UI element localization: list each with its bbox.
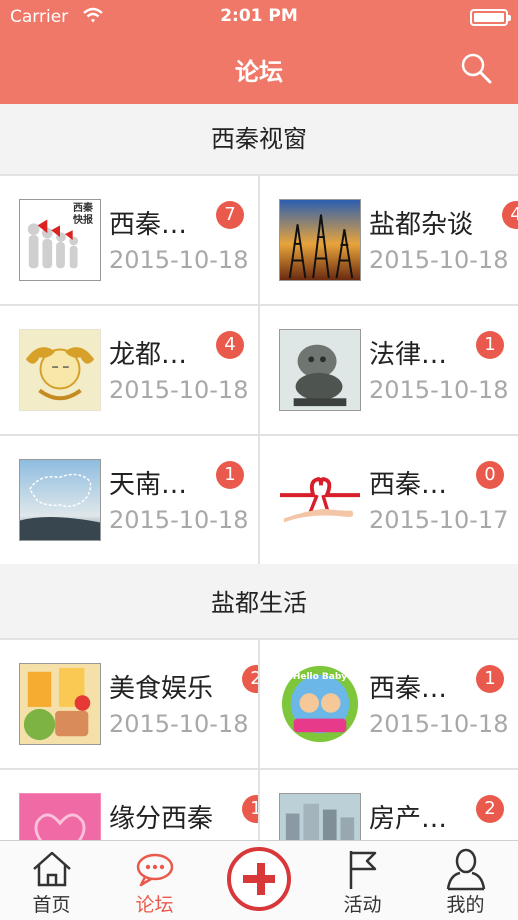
forum-name: 盐都杂谈 <box>369 210 474 240</box>
forum-date: 2015-10-18 <box>369 246 509 274</box>
forum-name: 房产… <box>369 804 448 834</box>
forum-date: 2015-10-18 <box>109 246 249 274</box>
count-badge: 0 <box>476 461 504 489</box>
flag-icon <box>349 851 376 889</box>
count-badge: 7 <box>216 201 244 229</box>
tab-forum[interactable]: 论坛 <box>103 841 206 920</box>
forum-name: 西秦… <box>109 210 188 240</box>
count-badge: 1 <box>216 461 244 489</box>
count-badge: 2 <box>476 795 504 823</box>
tab-label: 首页 <box>32 894 71 916</box>
golden-dragon-thumb <box>19 329 101 411</box>
count-badge: 2 <box>242 665 258 693</box>
forum-item[interactable]: Hello Baby 西秦… 2015-10-18 1 <box>260 640 518 768</box>
forum-date: 2015-10-18 <box>369 376 509 404</box>
forum-grid: 西秦快报 西秦… 2015-10-18 7 盐都杂谈 2015-10-18 4 <box>0 174 518 564</box>
thumb-caption: 西秦快报 <box>73 203 93 226</box>
forum-item[interactable]: 西秦快报 西秦… 2015-10-18 7 <box>0 176 258 304</box>
status-bar: Carrier 2:01 PM <box>0 0 518 34</box>
app-header: Carrier 2:01 PM 论坛 <box>0 0 518 104</box>
forum-item[interactable]: 美食娱乐 2015-10-18 2 <box>0 640 258 768</box>
china-map-thumb <box>19 459 101 541</box>
plus-icon[interactable] <box>227 847 291 911</box>
oil-derricks-thumb <box>279 199 361 281</box>
tab-home[interactable]: 首页 <box>0 841 103 920</box>
tab-label: 活动 <box>343 894 382 916</box>
page-title: 论坛 <box>235 58 283 86</box>
forum-name: 西秦… <box>369 470 448 500</box>
tab-label: 我的 <box>446 894 485 916</box>
count-badge: 1 <box>476 665 504 693</box>
forum-date: 2015-10-18 <box>109 506 249 534</box>
stone-lion-thumb <box>279 329 361 411</box>
tab-mine[interactable]: 我的 <box>414 841 517 920</box>
forum-date: 2015-10-18 <box>109 710 249 738</box>
forum-date: 2015-10-18 <box>109 376 249 404</box>
search-icon[interactable] <box>460 52 492 84</box>
forum-date: 2015-10-18 <box>369 710 509 738</box>
forum-date: 2015-10-17 <box>369 506 509 534</box>
count-badge: 1 <box>476 331 504 359</box>
forum-name: 西秦… <box>369 674 448 704</box>
home-icon <box>32 851 71 887</box>
tab-label: 论坛 <box>135 894 174 916</box>
megaphone-thumb: 西秦快报 <box>19 199 101 281</box>
forum-name: 龙都… <box>109 340 188 370</box>
thumb-caption: Hello Baby <box>292 672 348 682</box>
battery-icon <box>470 9 511 26</box>
tab-activity[interactable]: 活动 <box>311 841 414 920</box>
forum-item[interactable]: 龙都… 2015-10-18 4 <box>0 306 258 434</box>
food-thumb <box>19 663 101 745</box>
forum-name: 缘分西秦 <box>109 804 214 834</box>
count-badge: 4 <box>216 331 244 359</box>
forum-item[interactable]: 盐都杂谈 2015-10-18 4 <box>260 176 518 304</box>
chat-icon <box>136 853 173 887</box>
count-badge: 4 <box>502 201 518 229</box>
forum-item[interactable]: 天南… 2015-10-18 1 <box>0 436 258 564</box>
heart-ribbon-thumb <box>279 459 361 541</box>
tab-bar: 首页 论坛 活动 我的 <box>0 840 518 920</box>
hello-baby-thumb: Hello Baby <box>279 663 361 745</box>
forum-name: 美食娱乐 <box>109 674 214 704</box>
count-badge: 1 <box>242 795 258 823</box>
forum-item[interactable]: 西秦… 2015-10-17 0 <box>260 436 518 564</box>
forum-item[interactable]: 法律… 2015-10-18 1 <box>260 306 518 434</box>
section-title: 西秦视窗 <box>0 104 518 174</box>
forum-name: 天南… <box>109 470 188 500</box>
person-icon <box>446 848 485 891</box>
forum-name: 法律… <box>369 340 448 370</box>
section-title: 盐都生活 <box>0 568 518 638</box>
clock: 2:01 PM <box>220 6 298 26</box>
